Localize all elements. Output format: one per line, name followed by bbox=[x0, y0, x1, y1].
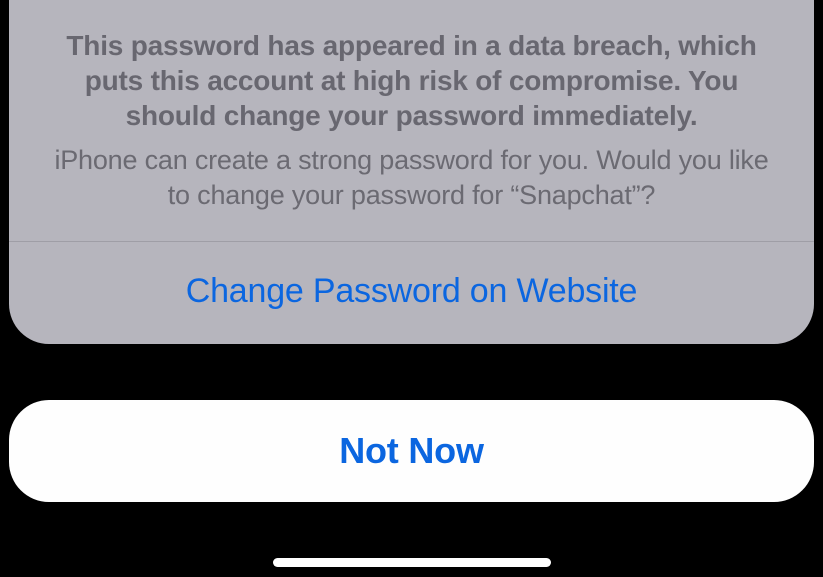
action-sheet-message: This password has appeared in a data bre… bbox=[9, 0, 814, 241]
alert-title: This password has appeared in a data bre… bbox=[43, 28, 780, 133]
home-indicator[interactable] bbox=[273, 558, 551, 567]
action-sheet: This password has appeared in a data bre… bbox=[9, 0, 814, 344]
change-password-button[interactable]: Change Password on Website bbox=[9, 242, 814, 344]
not-now-button[interactable]: Not Now bbox=[9, 400, 814, 502]
alert-subtitle: iPhone can create a strong password for … bbox=[43, 143, 780, 213]
